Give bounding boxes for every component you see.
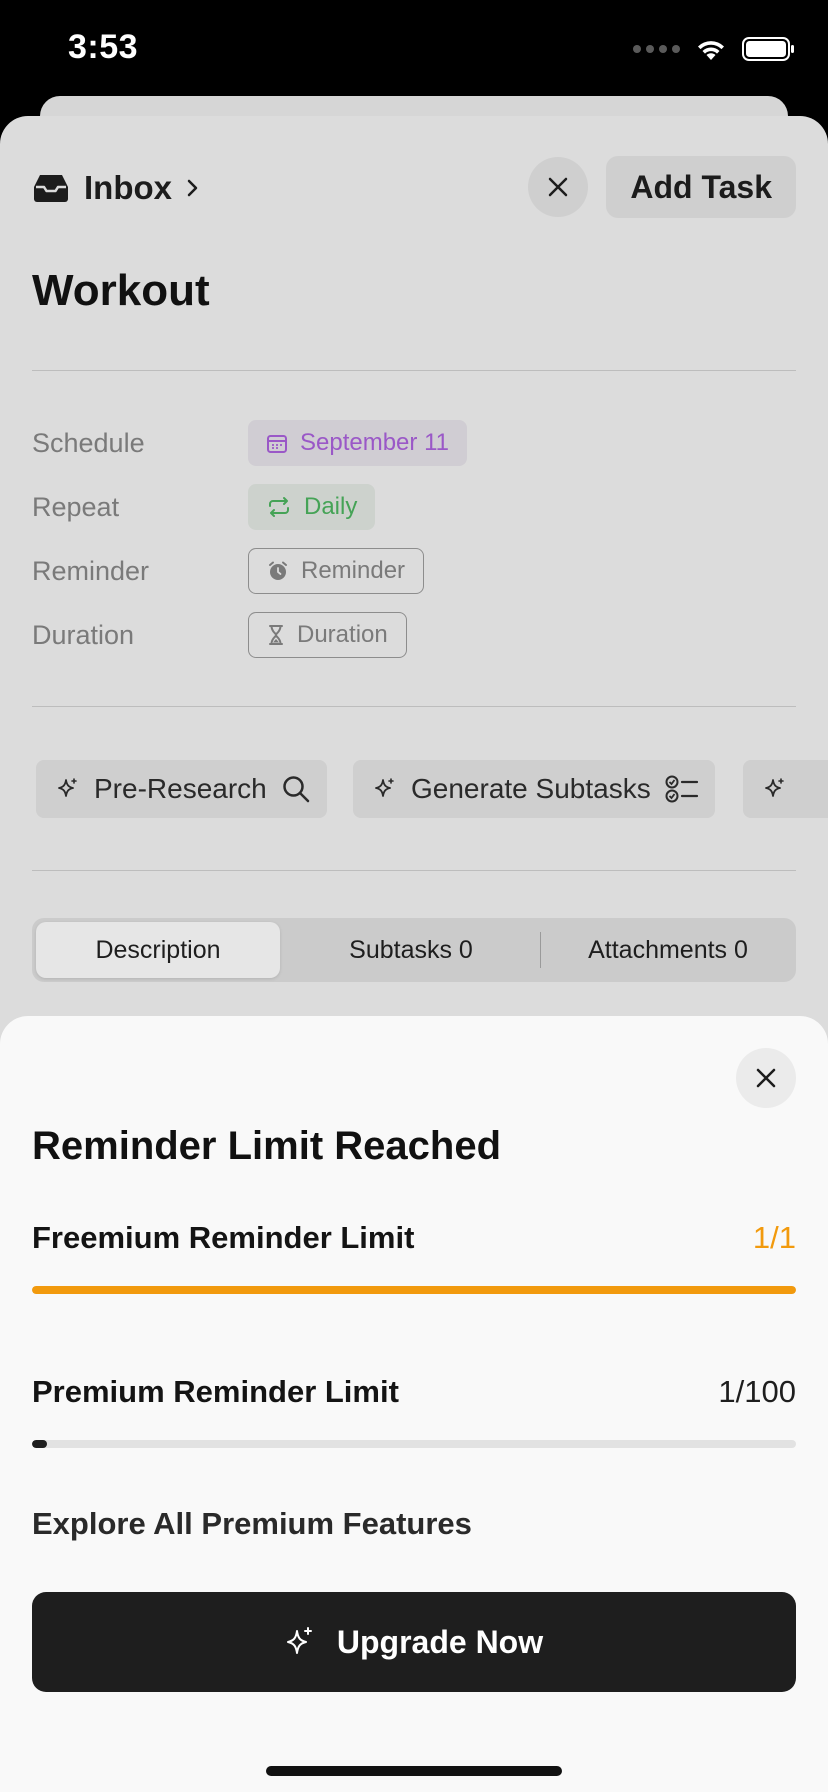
- calendar-icon: [267, 435, 287, 453]
- repeat-chip[interactable]: Daily: [248, 484, 376, 530]
- premium-progress-fill: [32, 1440, 48, 1448]
- divider: [32, 370, 796, 371]
- tab-subtasks[interactable]: Subtasks 0: [286, 922, 536, 978]
- alarm-icon: [269, 561, 287, 580]
- reminder-limit-modal: Reminder Limit Reached Freemium Reminder…: [0, 1016, 828, 1792]
- freemium-progress-bar: [32, 1286, 796, 1294]
- task-title[interactable]: Workout: [32, 266, 210, 316]
- search-icon: [282, 776, 309, 803]
- ai-actions-row: Pre-Research Generate Subtasks: [36, 760, 828, 818]
- modal-close-button[interactable]: [736, 1048, 796, 1108]
- upgrade-now-label: Upgrade Now: [336, 1623, 544, 1660]
- premium-limit-label: Premium Reminder Limit: [32, 1374, 399, 1409]
- repeat-value: Daily: [304, 493, 358, 520]
- freemium-limit-value: 1/1: [752, 1220, 796, 1255]
- reminder-value: Reminder: [301, 557, 406, 584]
- close-icon: [756, 1068, 776, 1088]
- modal-title: Reminder Limit Reached: [32, 1124, 502, 1168]
- status-bar: 3:53: [0, 0, 828, 96]
- breadcrumb-label: Inbox: [84, 169, 172, 206]
- freemium-progress-fill: [32, 1286, 796, 1294]
- upgrade-now-button[interactable]: Upgrade Now: [32, 1592, 796, 1692]
- tab-attachments[interactable]: Attachments 0: [544, 922, 792, 978]
- tab-separator: [540, 932, 541, 968]
- reminder-label: Reminder: [32, 555, 150, 586]
- tab-description[interactable]: Description: [36, 922, 280, 978]
- repeat-label: Repeat: [32, 491, 120, 522]
- sparkle-icon: [58, 778, 77, 797]
- duration-value: Duration: [297, 621, 388, 648]
- status-time: 3:53: [68, 28, 139, 66]
- duration-label: Duration: [32, 619, 135, 650]
- generate-subtasks-button[interactable]: Generate Subtasks: [353, 760, 715, 818]
- breadcrumb[interactable]: Inbox: [32, 156, 200, 220]
- checklist-icon: [665, 775, 698, 803]
- more-ai-action-button[interactable]: [743, 760, 828, 818]
- pre-research-label: Pre-Research: [94, 773, 267, 804]
- battery-icon: [742, 37, 794, 61]
- wifi-icon: [698, 41, 724, 60]
- freemium-limit-label: Freemium Reminder Limit: [32, 1220, 415, 1255]
- inbox-icon: [34, 175, 68, 202]
- schedule-value: September 11: [300, 429, 449, 456]
- sparkle-icon: [375, 778, 394, 797]
- cellular-signal-icon: [633, 45, 680, 53]
- reminder-chip[interactable]: Reminder: [248, 548, 425, 594]
- add-task-button[interactable]: Add Task: [606, 156, 796, 218]
- schedule-chip[interactable]: September 11: [248, 420, 467, 466]
- premium-progress-bar: [32, 1440, 796, 1448]
- hourglass-icon: [269, 625, 283, 645]
- home-indicator: [266, 1766, 562, 1776]
- chevron-right-icon: [187, 179, 198, 197]
- detail-tabs: Description Subtasks 0 Attachments 0: [32, 918, 796, 982]
- explore-premium-link[interactable]: Explore All Premium Features: [32, 1506, 472, 1542]
- repeat-icon: [269, 497, 289, 517]
- divider: [32, 706, 796, 707]
- duration-chip[interactable]: Duration: [248, 612, 407, 658]
- pre-research-button[interactable]: Pre-Research: [36, 760, 327, 818]
- close-icon: [548, 177, 568, 197]
- schedule-label: Schedule: [32, 427, 145, 458]
- divider: [32, 870, 796, 871]
- sparkle-icon: [286, 1627, 312, 1654]
- task-header: Inbox Add Task: [32, 156, 796, 220]
- close-task-button[interactable]: [528, 157, 588, 217]
- sparkle-icon: [765, 778, 784, 797]
- status-icons: [633, 36, 796, 62]
- premium-limit-value: 1/100: [718, 1374, 796, 1409]
- generate-subtasks-label: Generate Subtasks: [411, 773, 651, 804]
